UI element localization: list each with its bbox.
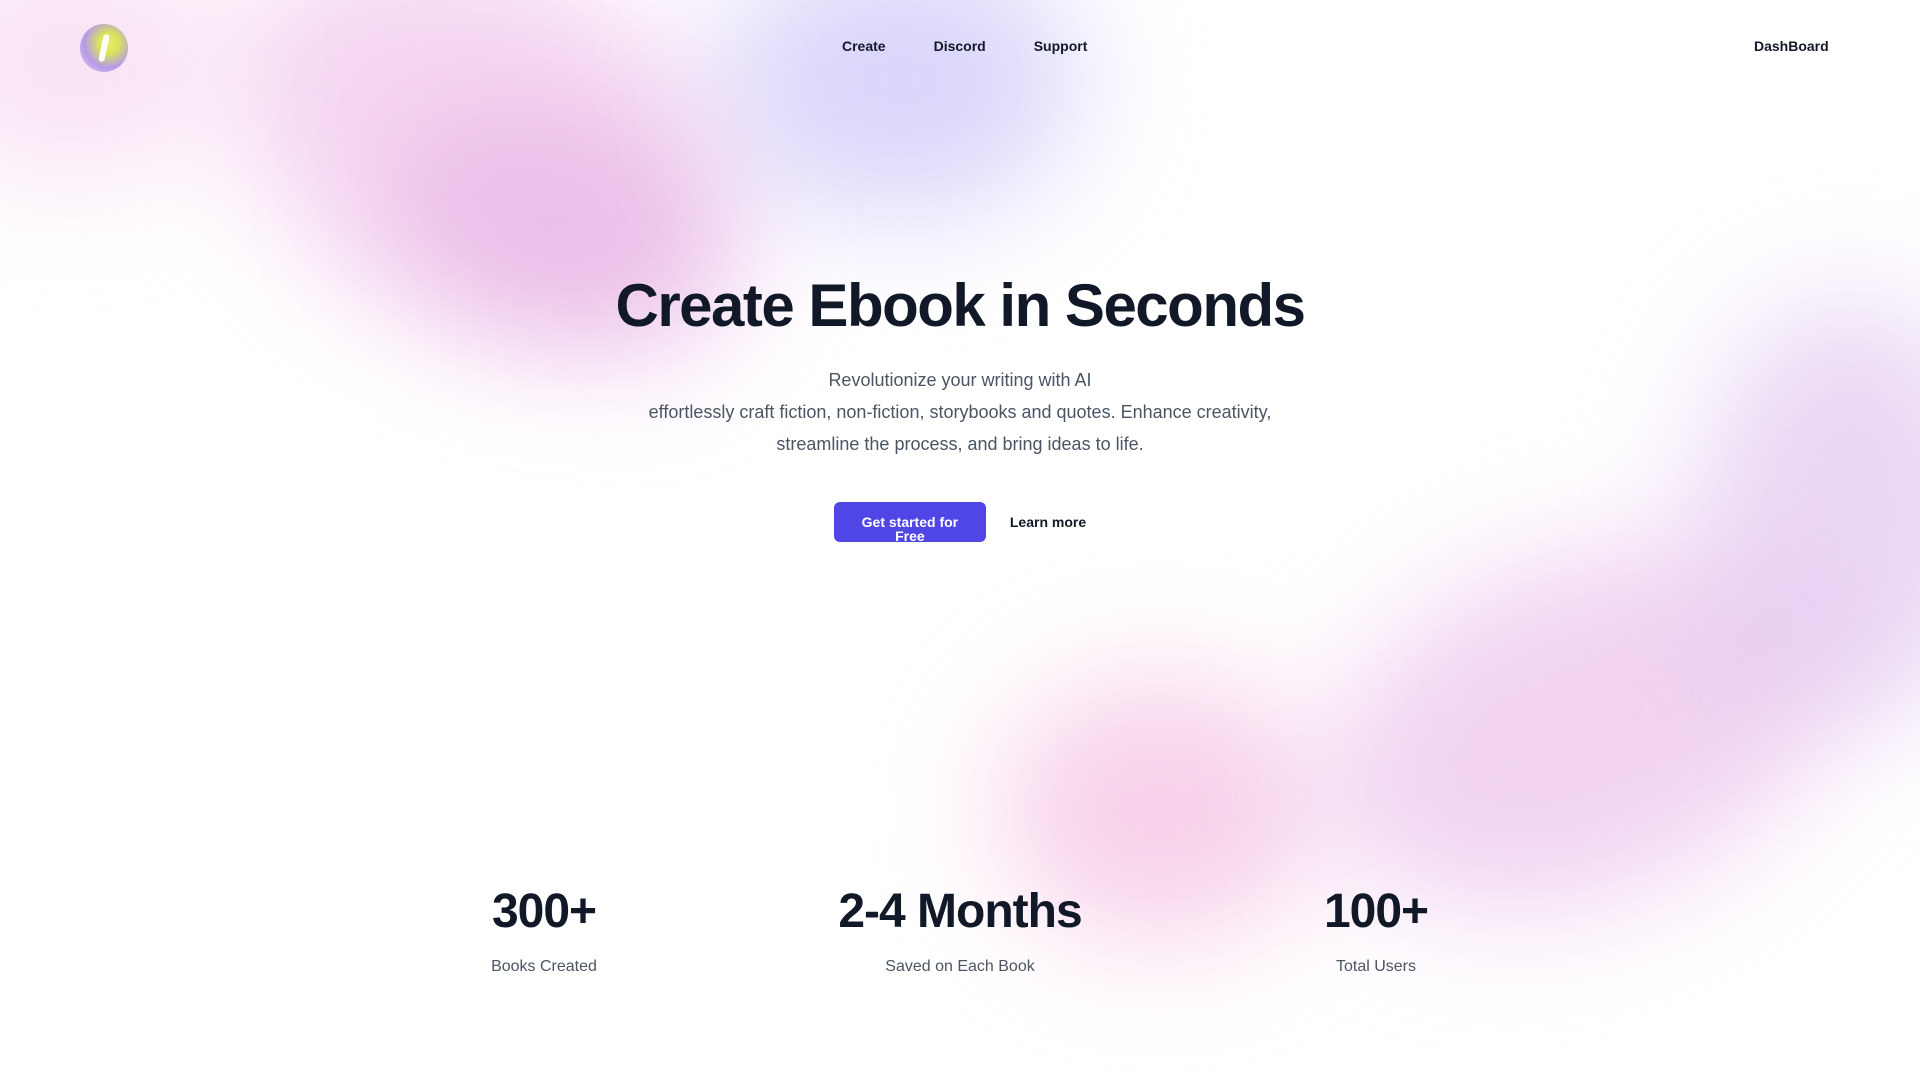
stats-section: 300+ Books Created 2-4 Months Saved on E… [0, 884, 1920, 1004]
stat-label: Saved on Each Book [885, 958, 1035, 975]
nav-support-link[interactable]: Support [1034, 38, 1088, 54]
cta-row: Get started for Free Learn more [0, 502, 1920, 543]
stat-value: 300+ [491, 885, 597, 938]
hero-subtitle-line: Revolutionize your writing with AI [828, 370, 1092, 390]
dashboard-link[interactable]: DashBoard [1754, 38, 1829, 54]
hero-title: Create Ebook in Seconds [615, 272, 1306, 339]
quill-mark [98, 33, 110, 63]
hero-section: Create Ebook in Seconds Revolutionize yo… [0, 270, 1920, 543]
nav-create-link[interactable]: Create [842, 38, 886, 54]
learn-more-link[interactable]: Learn more [1010, 514, 1086, 530]
hero-subtitle: Revolutionize your writing with AI effor… [0, 364, 1920, 460]
site-header: Create Discord Support DashBoard [0, 0, 1920, 96]
stat-item: 2-4 Months Saved on Each Book [760, 884, 1160, 976]
get-started-button[interactable]: Get started for Free [833, 502, 986, 543]
landing-page: Create Discord Support DashBoard Create … [0, 0, 1920, 1080]
hero-subtitle-line: effortlessly craft fiction, non-fiction,… [648, 402, 1272, 422]
stat-value: 2-4 Months [838, 885, 1082, 938]
quill-logo-icon[interactable] [80, 24, 128, 72]
stat-label: Total Users [1335, 958, 1417, 975]
stat-item: 100+ Total Users [1176, 884, 1576, 976]
stat-item: 300+ Books Created [344, 884, 744, 976]
stat-value: 100+ [1323, 885, 1429, 938]
main-nav: Create Discord Support [842, 38, 1087, 54]
stat-label: Books Created [491, 958, 597, 975]
nav-discord-link[interactable]: Discord [934, 38, 986, 54]
hero-subtitle-line: streamline the process, and bring ideas … [776, 434, 1144, 454]
